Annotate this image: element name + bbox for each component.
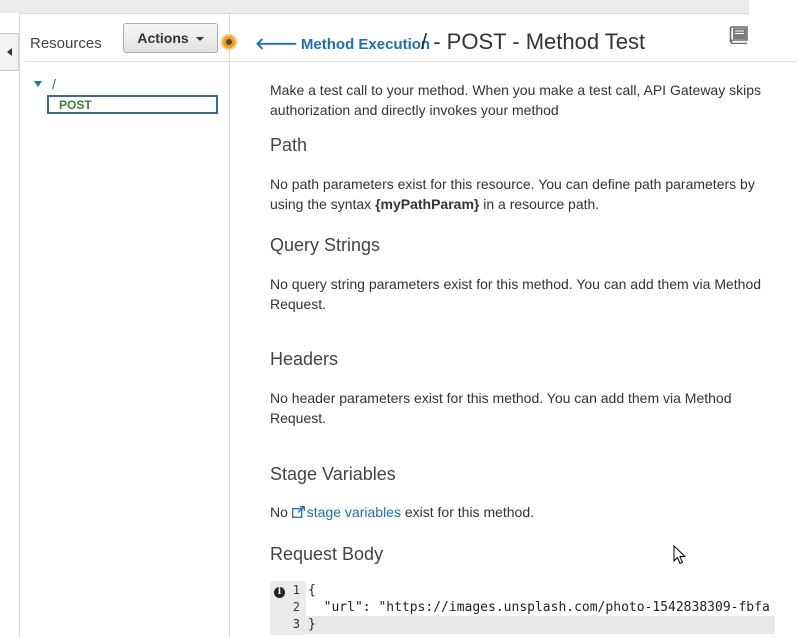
sidebar-divider xyxy=(25,61,247,62)
info-icon[interactable]: i xyxy=(274,587,285,598)
path-text-after: in a resource path. xyxy=(479,196,600,212)
page-title: / - POST - Method Test xyxy=(421,29,646,54)
query-strings-text: No query string parameters exist for thi… xyxy=(270,276,762,312)
resources-sidebar: Resources Actions / POST xyxy=(20,13,247,637)
active-line-highlight xyxy=(306,616,775,634)
headers-text: No header parameters exist for this meth… xyxy=(270,390,732,426)
collapse-sidebar-button[interactable] xyxy=(0,33,19,71)
request-body-editor[interactable]: i 1 2 3 { "url": "https://images.unsplas… xyxy=(270,581,775,635)
stage-variables-heading: Stage Variables xyxy=(270,464,396,484)
line-number: 2 xyxy=(292,600,300,614)
stage-variables-text: No stage variables exist for this method… xyxy=(270,502,775,522)
headers-heading: Headers xyxy=(270,349,339,369)
method-test-header: 🡐 Method Execution / - POST - Method Tes… xyxy=(240,26,797,62)
orange-dot-icon[interactable] xyxy=(221,34,237,50)
tree-root-node[interactable]: / xyxy=(34,76,56,92)
stage-link-label: stage variables xyxy=(306,504,401,520)
code-line: "url": "https://images.unsplash.com/phot… xyxy=(308,600,770,615)
arrow-left-icon: 🡐 xyxy=(255,35,298,53)
path-text: No path parameters exist for this resour… xyxy=(270,174,775,214)
back-link-label: Method Execution xyxy=(300,36,431,53)
line-number: 1 xyxy=(292,583,300,597)
actions-button-label: Actions xyxy=(137,30,189,46)
expand-triangle-icon[interactable] xyxy=(34,81,42,87)
query-strings-heading: Query Strings xyxy=(270,235,381,255)
left-gutter xyxy=(0,13,20,637)
resources-title: Resources xyxy=(30,35,102,52)
actions-button[interactable]: Actions xyxy=(123,23,218,53)
stage-text-before: No xyxy=(270,504,292,520)
external-link-icon xyxy=(291,506,305,518)
stage-variables-link[interactable]: stage variables xyxy=(291,504,401,520)
top-bar xyxy=(0,0,749,14)
code-line: { xyxy=(308,583,316,598)
method-execution-link[interactable]: 🡐 Method Execution xyxy=(255,36,430,53)
line-number: 3 xyxy=(292,617,300,631)
path-heading: Path xyxy=(270,135,308,155)
chevron-left-icon xyxy=(6,48,12,56)
mouse-pointer-icon xyxy=(673,545,686,565)
sidebar-border xyxy=(229,13,230,637)
tree-root-label: / xyxy=(52,76,56,92)
stage-text-after: exist for this method. xyxy=(400,504,535,520)
caret-down-icon xyxy=(195,37,204,41)
editor-gutter: i 1 2 3 xyxy=(270,581,306,635)
book-icon[interactable] xyxy=(728,26,750,44)
path-syntax: {myPathParam} xyxy=(375,196,480,212)
request-body-heading: Request Body xyxy=(270,544,384,564)
intro-text: Make a test call to your method. When yo… xyxy=(270,82,761,118)
tree-method-post[interactable]: POST xyxy=(47,95,218,114)
code-line: } xyxy=(308,617,316,632)
